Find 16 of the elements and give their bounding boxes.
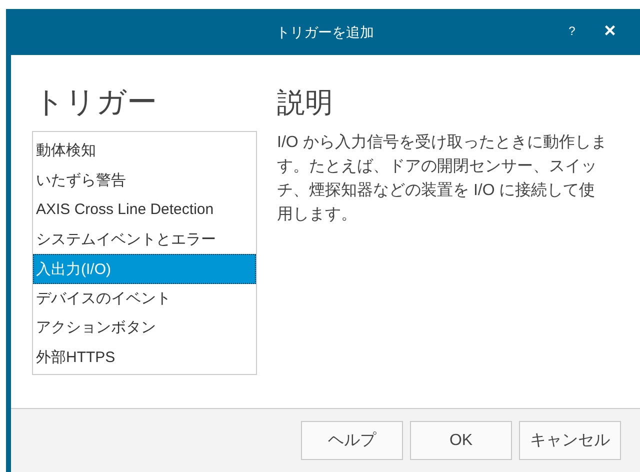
trigger-item[interactable]: 外部HTTPS	[33, 342, 256, 372]
dialog-button[interactable]: OK	[410, 421, 512, 460]
close-button[interactable]: ×	[601, 19, 619, 43]
window-title: トリガーを追加	[276, 22, 374, 42]
dialog-button[interactable]: ヘルプ	[301, 421, 403, 460]
trigger-item[interactable]: アクションボタン	[33, 313, 256, 342]
trigger-item[interactable]: システムイベントとエラー	[33, 224, 256, 254]
dialog-button[interactable]: キャンセル	[519, 421, 621, 460]
trigger-heading: トリガー	[33, 85, 157, 121]
description-heading: 説明	[277, 86, 333, 120]
trigger-item[interactable]: デバイスのイベント	[33, 284, 256, 313]
description-text: I/O から入力信号を受け取ったときに動作します。たとえば、ドアの開閉センサー、スイッチ、煙探知器などの装置を I/O に接続して使用します。	[277, 132, 608, 225]
trigger-item[interactable]: いたずら警告	[33, 166, 256, 195]
help-button[interactable]: ?	[564, 21, 580, 41]
trigger-item[interactable]: 動体検知	[33, 136, 256, 166]
trigger-item[interactable]: AXIS Cross Line Detection	[33, 195, 256, 224]
